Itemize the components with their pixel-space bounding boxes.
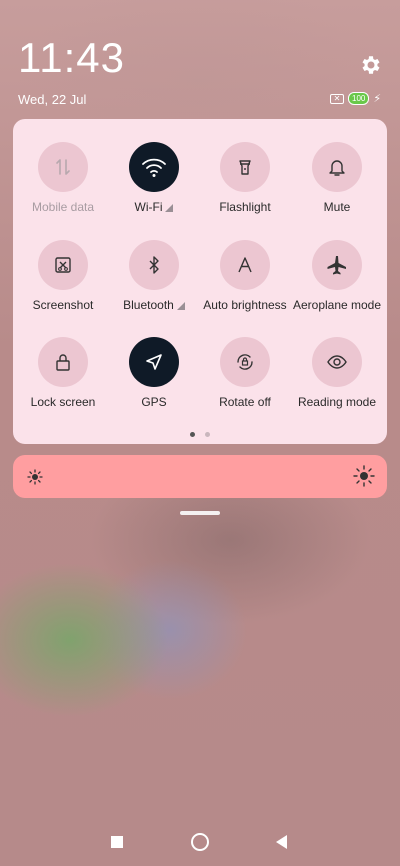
tile-label: Rotate off: [219, 395, 271, 409]
quick-settings-panel: Mobile data Wi-Fi Flashlight Mute Screen…: [13, 119, 387, 444]
tile-wifi[interactable]: Wi-Fi: [107, 142, 201, 214]
status-icons: ✕ 100 ⚡: [330, 92, 381, 105]
tile-label: Flashlight: [219, 200, 271, 214]
page-dot-active: [190, 432, 195, 437]
tile-bluetooth[interactable]: Bluetooth: [107, 240, 201, 312]
tile-label: Reading mode: [297, 395, 377, 409]
tile-screenshot[interactable]: Screenshot: [16, 240, 110, 312]
rotate-lock-icon: [220, 337, 270, 387]
screenshot-icon: [38, 240, 88, 290]
settings-gear-icon[interactable]: [359, 53, 383, 77]
tile-label: Screenshot: [32, 298, 94, 312]
bluetooth-icon: [129, 240, 179, 290]
clock: 11:43: [18, 34, 125, 81]
tile-label: Mobile data: [31, 200, 95, 214]
sun-small-icon: [27, 469, 43, 485]
location-arrow-icon: [129, 337, 179, 387]
navigation-bar: [0, 830, 400, 854]
tile-label: Mute: [323, 200, 351, 214]
signal-indicator-icon: [176, 301, 185, 310]
tile-rotate-off[interactable]: Rotate off: [198, 337, 292, 409]
tile-label: Bluetooth: [123, 298, 174, 312]
brightness-slider[interactable]: [13, 455, 387, 498]
recents-square-icon[interactable]: [111, 836, 123, 848]
flashlight-icon: [220, 142, 270, 192]
tile-mute[interactable]: Mute: [290, 142, 384, 214]
wifi-icon: [129, 142, 179, 192]
home-circle-icon[interactable]: [191, 833, 209, 851]
bolt-icon: ⚡: [373, 93, 382, 105]
tile-lock-screen[interactable]: Lock screen: [16, 337, 110, 409]
airplane-icon: [312, 240, 362, 290]
tile-flashlight[interactable]: Flashlight: [198, 142, 292, 214]
bell-icon: [312, 142, 362, 192]
tile-label: GPS: [141, 395, 167, 409]
back-triangle-icon[interactable]: [276, 835, 287, 849]
date: Wed, 22 Jul: [18, 92, 87, 107]
drag-handle[interactable]: [180, 511, 220, 515]
tile-mobile-data[interactable]: Mobile data: [16, 142, 110, 214]
sun-large-icon: [353, 465, 375, 487]
lock-icon: [38, 337, 88, 387]
tile-auto-brightness[interactable]: Auto brightness: [198, 240, 292, 312]
tile-label: Auto brightness: [203, 298, 287, 312]
tile-label: Lock screen: [30, 395, 96, 409]
tile-label: Wi-Fi: [134, 200, 163, 214]
tile-reading-mode[interactable]: Reading mode: [290, 337, 384, 409]
mobile-data-icon: [38, 142, 88, 192]
auto-brightness-icon: [220, 240, 270, 290]
sim-off-icon: ✕: [330, 93, 344, 104]
tile-gps[interactable]: GPS: [107, 337, 201, 409]
battery-badge: 100: [348, 92, 370, 105]
page-dot: [205, 432, 210, 437]
eye-icon: [312, 337, 362, 387]
page-indicator: [13, 432, 387, 437]
tile-label: Aeroplane mode: [292, 298, 382, 312]
tile-aeroplane-mode[interactable]: Aeroplane mode: [290, 240, 384, 312]
signal-indicator-icon: [165, 203, 174, 212]
